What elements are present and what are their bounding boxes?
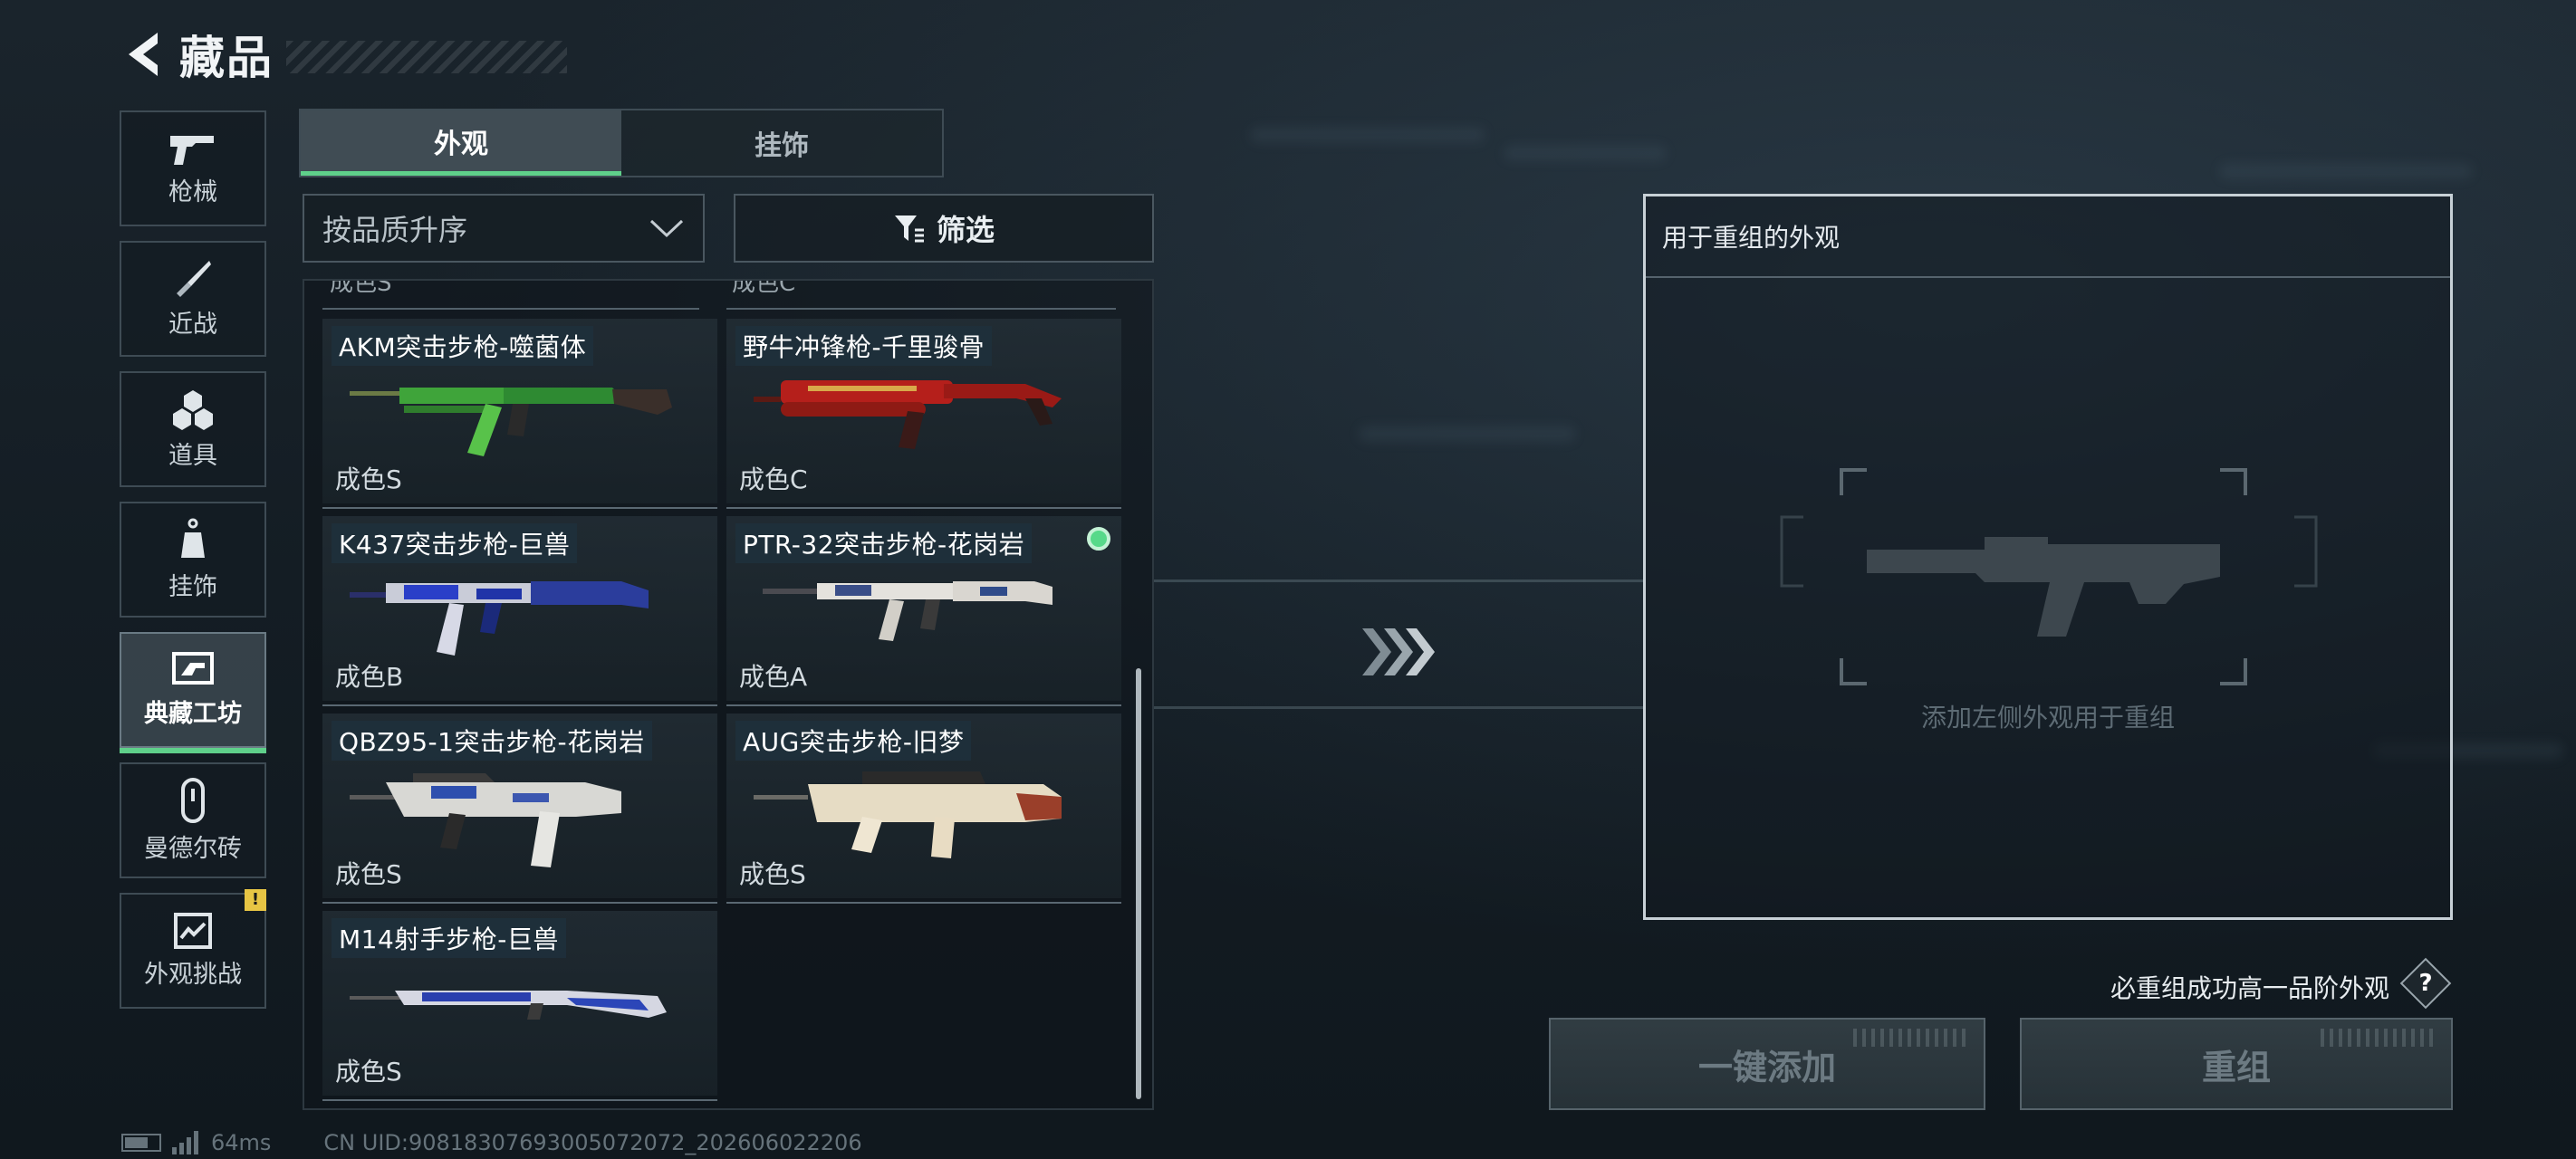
skin-name: AKM突击步枪-噬菌体: [332, 326, 594, 366]
recombine-label: 重组: [2201, 1047, 2271, 1087]
skin-grade: 成色A: [739, 662, 808, 692]
workshop-icon: [172, 651, 214, 685]
sidebar-item-charms[interactable]: 挂饰: [120, 502, 266, 618]
filter-button[interactable]: 筛选: [734, 194, 1154, 263]
selected-indicator-icon: [1087, 527, 1110, 551]
skin-name: K437突击步枪-巨兽: [332, 523, 578, 563]
ping-text: 64ms: [211, 1130, 272, 1155]
bg-streak: [1504, 145, 1667, 161]
partial-grade-label: 成色S: [330, 279, 392, 297]
skin-grade: 成色S: [335, 465, 402, 494]
skin-grid: 成色S 成色C AKM突击步枪-噬菌体 成色S 野牛冲锋枪-千里骏骨 成色C K…: [303, 279, 1154, 1110]
skin-card[interactable]: AUG突击步枪-旧梦 成色S: [726, 714, 1121, 904]
sidebar-item-tools[interactable]: 道具: [120, 371, 266, 487]
category-tabs: 外观 挂饰: [299, 109, 944, 177]
guarantee-note: 必重组成功高一品阶外观: [2110, 973, 2390, 1003]
bg-streak: [2219, 163, 2473, 179]
auto-add-button[interactable]: 一键添加: [1549, 1018, 1985, 1110]
sidebar-item-melee[interactable]: 近战: [120, 241, 266, 357]
skin-name: AUG突击步枪-旧梦: [735, 721, 972, 761]
grenades-icon: [173, 389, 213, 430]
sidebar-item-skin-challenge[interactable]: ! 外观挑战: [120, 889, 266, 1009]
skin-card[interactable]: QBZ95-1突击步枪-花岗岩 成色S: [322, 714, 717, 904]
weapon-m14-image: [350, 991, 667, 1020]
sidebar-item-label: 挂饰: [168, 572, 217, 601]
filter-label: 筛选: [936, 213, 995, 247]
tab-charms[interactable]: 挂饰: [621, 110, 942, 176]
challenge-icon: [174, 912, 212, 949]
sidebar-item-workshop[interactable]: 典藏工坊: [120, 632, 266, 753]
connector-line: [1154, 580, 1643, 582]
page-title: 藏品: [179, 32, 274, 84]
skin-name: 野牛冲锋枪-千里骏骨: [735, 326, 993, 366]
mandel-brick-icon: [181, 777, 205, 823]
skin-grade: 成色S: [335, 859, 402, 889]
page-header: 藏品: [116, 18, 567, 91]
card-divider: [726, 308, 1116, 310]
filter-icon: [894, 216, 924, 243]
auto-add-label: 一键添加: [1697, 1047, 1836, 1087]
connector-line: [1154, 706, 1643, 709]
sidebar-item-label: 外观挑战: [144, 960, 242, 989]
forward-arrows-icon: [1362, 628, 1435, 675]
empty-weapon-slot[interactable]: [1840, 468, 2247, 685]
sort-label: 按品质升序: [322, 213, 468, 247]
back-arrow-icon[interactable]: [116, 23, 170, 86]
weapon-ptr32-image: [763, 581, 1053, 641]
button-decoration: [2321, 1029, 2438, 1047]
charm-icon: [181, 518, 205, 558]
weapon-k437-image: [350, 581, 649, 656]
skin-card[interactable]: PTR-32突击步枪-花岗岩 成色A: [726, 516, 1121, 706]
grid-scrollbar[interactable]: [1136, 668, 1141, 1099]
sidebar-item-label: 道具: [168, 441, 217, 470]
uid-text: CN UID:9081830769300507​2072_20260602220…: [323, 1130, 862, 1155]
sidebar-item-label: 近战: [168, 310, 217, 339]
skin-grade: 成色S: [739, 859, 806, 889]
weapon-akm-image: [350, 388, 672, 456]
sidebar-item-label: 枪械: [168, 177, 217, 206]
slot-side-bracket-right: [2294, 515, 2318, 588]
skin-card[interactable]: M14射手步枪-巨兽 成色S: [322, 911, 717, 1101]
recombine-button[interactable]: 重组: [2020, 1018, 2453, 1110]
help-glyph: ?: [2418, 970, 2433, 997]
weapon-bizon-image: [754, 380, 1062, 449]
card-divider: [322, 308, 699, 310]
sidebar-item-mandel-brick[interactable]: 曼德尔砖: [120, 762, 266, 878]
skin-name: QBZ95-1突击步枪-花岗岩: [332, 721, 652, 761]
pistol-icon: [170, 135, 214, 165]
skin-card[interactable]: AKM突击步枪-噬菌体 成色S: [322, 319, 717, 509]
slot-side-bracket-left: [1780, 515, 1803, 588]
skin-name: PTR-32突击步枪-花岗岩: [735, 523, 1033, 563]
sort-dropdown[interactable]: 按品质升序: [303, 194, 705, 263]
tab-appearance[interactable]: 外观: [301, 110, 621, 176]
panel-divider: [1646, 276, 2450, 278]
recombine-panel: 用于重组的外观 添加左侧外观用于重组: [1643, 194, 2453, 920]
help-icon[interactable]: ?: [2399, 957, 2452, 1010]
knife-icon: [177, 260, 211, 297]
skin-card[interactable]: K437突击步枪-巨兽 成色B: [322, 516, 717, 706]
button-decoration: [1853, 1029, 1971, 1047]
signal-icon: [172, 1131, 198, 1154]
warning-badge: !: [245, 889, 266, 911]
skin-grade: 成色B: [335, 662, 404, 692]
empty-slot-hint: 添加左侧外观用于重组: [1920, 703, 2175, 733]
status-bar: 64ms CN UID:9081830769300507​2072_202606…: [121, 1130, 862, 1155]
skin-card[interactable]: 野牛冲锋枪-千里骏骨 成色C: [726, 319, 1121, 509]
skin-grade: 成色S: [335, 1057, 402, 1087]
sidebar-item-firearms[interactable]: 枪械: [120, 110, 266, 226]
bg-streak: [1359, 426, 1576, 442]
skin-grade: 成色C: [739, 465, 808, 494]
chevron-down-icon: [649, 219, 684, 238]
sidebar-item-label: 曼德尔砖: [144, 834, 242, 863]
skin-name: M14射手步枪-巨兽: [332, 918, 566, 958]
partial-grade-label: 成色C: [732, 279, 796, 297]
bg-streak: [1250, 127, 1485, 143]
sidebar-item-label: 典藏工坊: [144, 699, 242, 728]
recombine-title: 用于重组的外观: [1662, 223, 1841, 253]
battery-icon: [121, 1134, 161, 1152]
title-decoration: [286, 41, 567, 73]
